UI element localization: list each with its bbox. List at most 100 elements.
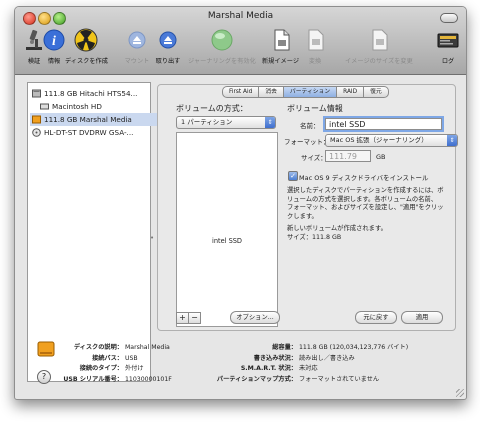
- toolbar-burn-label: ディスクを作成: [65, 58, 108, 65]
- size-unit: GB: [376, 153, 386, 161]
- tab-first-aid[interactable]: First Aid: [222, 86, 260, 98]
- toolbar-journaling-button[interactable]: ジャーナリングを有効化: [188, 27, 256, 65]
- convert-icon: [308, 29, 324, 51]
- log-icon: [437, 33, 459, 48]
- volume-partition-label: intel SSD: [211, 237, 243, 245]
- disk-list[interactable]: 111.8 GB Hitachi HTS54... Macintosh HD 1…: [27, 82, 160, 382]
- info-key: 書き込み状況：: [253, 354, 297, 362]
- toolbar-eject-label: 取り出す: [155, 58, 181, 65]
- resize-grip[interactable]: [456, 389, 464, 397]
- info-key: ディスクの説明：: [73, 344, 123, 351]
- toolbar-convert-button[interactable]: 変換: [302, 27, 328, 65]
- info-key: S.M.A.R.T. 状況：: [240, 365, 297, 372]
- new-image-icon: [274, 29, 289, 51]
- remove-partition-button[interactable]: −: [188, 312, 201, 324]
- info-value: 111.8 GB (120,034,123,776 バイト): [298, 344, 409, 351]
- toolbar: Marshal Media 検証 i 情報 ディスクを作成 マウント 取り出す …: [15, 7, 466, 75]
- toolbar-verify-label: 検証: [27, 58, 41, 65]
- resize-image-icon: [372, 29, 388, 51]
- volume-name-field[interactable]: intel SSD: [325, 118, 442, 130]
- sidebar-item-label: 111.8 GB Marshal Media: [44, 115, 132, 124]
- usb-disk-icon: [32, 115, 41, 124]
- install-os9-driver-label: Mac OS 9 ディスクドライバをインストール: [299, 174, 429, 182]
- size-field[interactable]: 111.79: [325, 150, 371, 162]
- burn-radiation-icon: [74, 28, 98, 52]
- instruction-line: 選択したディスクでパーティションを作成するには、ボ: [287, 187, 444, 194]
- instruction-line: フォーマット、およびサイズを設定し、"適用"をクリッ: [287, 204, 444, 212]
- toolbar-mount-button[interactable]: マウント: [124, 27, 150, 65]
- toolbar-log-label: ログ: [441, 58, 455, 65]
- info-value: Marshal Media: [124, 344, 170, 351]
- disk-info-left: ディスクの説明： Marshal Media 接続バス： USB 接続のタイプ：…: [61, 343, 172, 385]
- info-key: パーティションマップ方式：: [216, 375, 297, 383]
- info-key: 接続バス：: [92, 354, 123, 362]
- eject-icon: [159, 31, 177, 49]
- disk-info-right: 総容量： 111.8 GB (120,034,123,776 バイト) 書き込み…: [193, 343, 408, 385]
- journaling-icon: [211, 29, 233, 51]
- revert-button[interactable]: 元に戻す: [355, 311, 397, 324]
- info-value: USB: [124, 354, 138, 362]
- tab-raid[interactable]: RAID: [336, 86, 365, 98]
- info-key: 接続のタイプ：: [79, 365, 123, 372]
- sidebar-item-label: 111.8 GB Hitachi HTS54...: [44, 89, 138, 98]
- install-os9-driver-checkbox[interactable]: ✓: [288, 171, 298, 181]
- chevron-updown-icon: ⇕: [265, 117, 275, 128]
- toolbar-convert-label: 変換: [308, 58, 322, 65]
- toolbar-toggle-button[interactable]: [440, 13, 458, 23]
- instruction-line: リュームの方式を選択します。各ボリュームの名前、: [287, 195, 438, 203]
- toolbar-new-image-button[interactable]: 新規イメージ: [262, 27, 299, 65]
- partition-result: 新しいボリュームが作成されます。 サイズ：111.8 GB: [287, 225, 387, 242]
- svg-text:i: i: [52, 34, 56, 49]
- sidebar-item-label: Macintosh HD: [52, 102, 102, 111]
- info-value: 未対応: [298, 365, 318, 372]
- chevron-updown-icon: ⇕: [447, 135, 457, 146]
- toolbar-resize-image-button[interactable]: イメージのサイズを変更: [345, 27, 413, 65]
- format-label: フォーマット：: [284, 138, 330, 146]
- info-value: フォーマットされていません: [298, 375, 380, 383]
- help-button[interactable]: ?: [37, 370, 51, 384]
- sidebar-item-marshal-media[interactable]: 111.8 GB Marshal Media: [30, 113, 160, 126]
- partition-instructions: 選択したディスクでパーティションを作成するには、ボ リュームの方式を選択します。…: [287, 187, 444, 221]
- sidebar-item-macintosh-hd[interactable]: Macintosh HD: [38, 100, 160, 113]
- volume-icon: [40, 103, 49, 110]
- volume-scheme-select[interactable]: 1 パーティション ⇕: [176, 116, 276, 129]
- mount-icon: [128, 31, 146, 49]
- tab-erase[interactable]: 消去: [258, 86, 284, 98]
- tab-restore[interactable]: 復元: [363, 86, 389, 98]
- sidebar-item-label: HL-DT-ST DVDRW GSA-...: [44, 128, 134, 137]
- toolbar-new-image-label: 新規イメージ: [262, 58, 300, 65]
- options-button[interactable]: オプション...: [230, 311, 280, 324]
- splitter-handle[interactable]: •: [150, 234, 154, 242]
- tab-partition[interactable]: パーティション: [282, 86, 338, 98]
- name-label: 名前：: [300, 122, 320, 130]
- toolbar-resize-image-label: イメージのサイズを変更: [345, 58, 413, 65]
- format-value: Mac OS 拡張（ジャーナリング）: [330, 136, 428, 144]
- apply-button[interactable]: 適用: [401, 311, 443, 324]
- volume-scheme-value: 1 パーティション: [181, 118, 233, 126]
- info-key: 総容量：: [272, 344, 297, 351]
- format-select[interactable]: Mac OS 拡張（ジャーナリング） ⇕: [325, 134, 458, 147]
- sidebar-item-dvdrw[interactable]: HL-DT-ST DVDRW GSA-...: [30, 126, 160, 139]
- toolbar-burn-button[interactable]: ディスクを作成: [65, 27, 108, 65]
- size-label: サイズ：: [301, 154, 327, 162]
- toolbar-mount-label: マウント: [124, 58, 150, 65]
- tab-bar: First Aid 消去 パーティション RAID 復元: [222, 78, 389, 98]
- volume-layout-map[interactable]: intel SSD: [176, 132, 278, 327]
- info-key: USB シリアル番号：: [63, 375, 123, 383]
- toolbar-eject-button[interactable]: 取り出す: [155, 27, 181, 65]
- instruction-line: クします。: [287, 212, 318, 220]
- volume-scheme-heading: ボリュームの方式：: [176, 104, 248, 113]
- optical-drive-icon: [32, 128, 41, 137]
- result-line: サイズ：111.8 GB: [287, 233, 342, 241]
- toolbar-info-button[interactable]: i 情報: [41, 27, 67, 65]
- toolbar-info-label: 情報: [47, 58, 61, 65]
- toolbar-log-button[interactable]: ログ: [435, 27, 461, 65]
- window-title: Marshal Media: [207, 11, 274, 21]
- info-icon: i: [43, 29, 65, 51]
- usb-disk-icon: [37, 341, 55, 357]
- sidebar-item-hitachi[interactable]: 111.8 GB Hitachi HTS54...: [30, 87, 160, 100]
- result-line: 新しいボリュームが作成されます。: [287, 225, 387, 232]
- info-value: 11030000101F: [124, 375, 172, 383]
- info-value: 外付け: [124, 365, 144, 372]
- volume-info-heading: ボリューム情報: [287, 104, 343, 113]
